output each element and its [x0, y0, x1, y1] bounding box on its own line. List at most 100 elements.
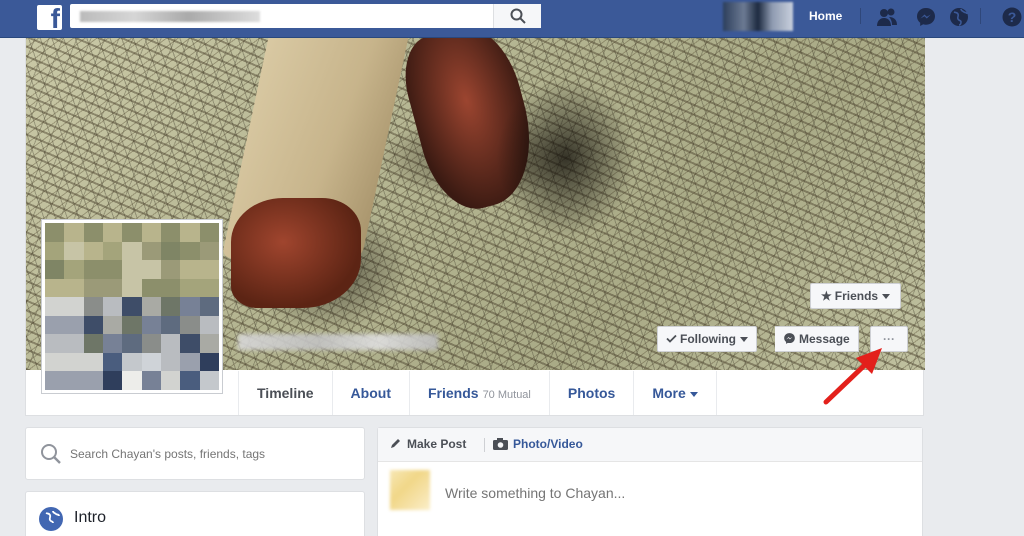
pixelated-profile-image — [45, 223, 219, 390]
tab-friends[interactable]: Friends 70 Mutual — [410, 371, 550, 415]
tab-label: Timeline — [257, 385, 314, 401]
global-search-box[interactable] — [70, 4, 541, 28]
mosaic-cell — [161, 352, 181, 372]
logo-letter: f — [50, 5, 60, 30]
mosaic-cell — [122, 297, 142, 316]
mosaic-cell — [122, 278, 142, 298]
mosaic-cell — [64, 334, 84, 353]
mosaic-cell — [83, 260, 103, 279]
search-button[interactable] — [493, 4, 541, 28]
mosaic-cell — [64, 297, 84, 316]
notifications-globe-icon[interactable] — [948, 6, 970, 28]
mosaic-cell — [103, 241, 123, 261]
tab-label: Friends — [427, 385, 479, 401]
composer-avatar — [390, 470, 430, 510]
pencil-icon — [391, 439, 400, 448]
mosaic-cell — [199, 315, 219, 335]
friend-requests-icon[interactable] — [876, 6, 898, 28]
tab-timeline[interactable]: Timeline — [238, 371, 333, 415]
mosaic-cell — [83, 241, 103, 261]
mosaic-cell — [64, 278, 84, 298]
profile-avatar[interactable] — [723, 2, 793, 31]
mosaic-cell — [161, 241, 181, 261]
mosaic-cell — [161, 315, 181, 335]
mosaic-cell — [141, 352, 161, 372]
mosaic-cell — [141, 371, 161, 390]
chevron-down-icon — [689, 391, 698, 397]
topbar-divider-2 — [980, 8, 981, 24]
tab-photos[interactable]: Photos — [550, 371, 635, 415]
mosaic-cell — [180, 241, 200, 261]
mosaic-cell — [45, 241, 65, 261]
mosaic-cell — [141, 334, 161, 353]
mosaic-cell — [83, 352, 103, 372]
mosaic-cell — [103, 260, 123, 279]
tab-label: More — [652, 385, 686, 401]
mosaic-cell — [83, 278, 103, 298]
intro-card: Intro — [25, 491, 365, 536]
search-icon — [510, 8, 526, 24]
mosaic-cell — [161, 371, 181, 390]
blurred-profile-name — [238, 334, 438, 350]
mosaic-cell — [83, 334, 103, 353]
tab-label: About — [350, 385, 391, 401]
mosaic-cell — [122, 334, 142, 353]
mosaic-cell — [83, 297, 103, 316]
mosaic-cell — [64, 315, 84, 335]
mosaic-cell — [45, 297, 65, 316]
mutual-friends-count: 70 Mutual — [482, 389, 531, 401]
tab-about[interactable]: About — [333, 371, 410, 415]
mosaic-cell — [141, 260, 161, 279]
mosaic-cell — [64, 260, 84, 279]
mosaic-cell — [180, 315, 200, 335]
mosaic-cell — [161, 223, 181, 242]
friends-button[interactable]: ★ Friends — [810, 283, 902, 309]
mosaic-cell — [199, 334, 219, 353]
top-navigation-bar: f Home ? — [0, 0, 1024, 38]
search-icon — [41, 444, 61, 464]
help-icon[interactable]: ? — [1001, 6, 1023, 28]
mosaic-cell — [180, 223, 200, 242]
photo-video-tab[interactable]: Photo/Video — [493, 437, 583, 451]
tab-more[interactable]: More — [634, 371, 717, 415]
make-post-tab[interactable]: Make Post — [389, 437, 466, 451]
profile-search-card — [25, 427, 365, 480]
mosaic-cell — [141, 315, 161, 335]
mosaic-cell — [199, 223, 219, 242]
composer-header: Make Post Photo/Video — [378, 428, 922, 462]
globe-icon — [39, 507, 63, 531]
mosaic-cell — [141, 241, 161, 261]
mosaic-cell — [180, 371, 200, 390]
post-composer: Make Post Photo/Video — [377, 427, 923, 536]
mosaic-cell — [103, 352, 123, 372]
profile-search-input[interactable] — [70, 442, 350, 466]
following-button[interactable]: Following — [657, 326, 757, 352]
mosaic-cell — [122, 315, 142, 335]
checkmark-icon — [666, 327, 677, 351]
topbar-divider — [860, 8, 861, 24]
mosaic-cell — [141, 297, 161, 316]
facebook-logo[interactable]: f — [37, 5, 62, 30]
mosaic-cell — [180, 297, 200, 316]
mosaic-cell — [45, 315, 65, 335]
mosaic-cell — [45, 371, 65, 390]
mosaic-cell — [83, 223, 103, 242]
mosaic-cell — [45, 334, 65, 353]
make-post-label: Make Post — [407, 437, 467, 451]
svg-text:?: ? — [1008, 9, 1017, 25]
mosaic-cell — [103, 223, 123, 242]
mosaic-cell — [103, 334, 123, 353]
home-link[interactable]: Home — [809, 9, 842, 23]
profile-picture[interactable] — [41, 219, 223, 394]
mosaic-cell — [180, 334, 200, 353]
camera-icon — [493, 438, 508, 450]
cover-shadow — [496, 78, 636, 238]
tab-label: Photos — [567, 385, 616, 401]
global-search-input[interactable] — [70, 4, 490, 28]
mosaic-cell — [122, 241, 142, 261]
messenger-icon[interactable] — [915, 6, 937, 28]
mosaic-cell — [64, 371, 84, 390]
composer-input[interactable] — [445, 485, 905, 501]
cover-shoe-shape-2 — [231, 198, 361, 308]
mosaic-cell — [122, 223, 142, 242]
